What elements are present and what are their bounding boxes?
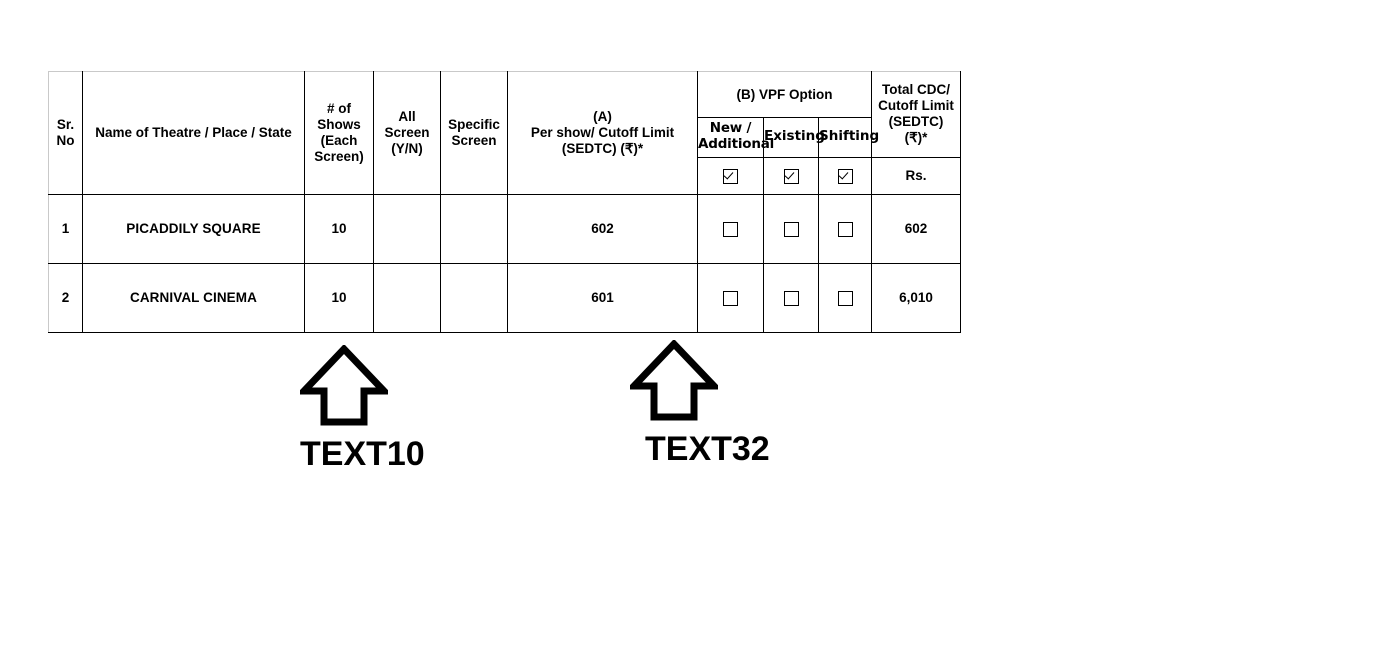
- callout-label: TEXT10: [300, 435, 425, 473]
- cell-specific-screen[interactable]: [440, 194, 508, 264]
- header-vpf-shifting: Shifting: [818, 116, 879, 158]
- cell-theatre-name: PICADDILY SQUARE: [82, 194, 305, 264]
- cell-vpf-shifting[interactable]: [818, 194, 872, 264]
- cell-per-show-cutoff-limit[interactable]: 602: [507, 194, 698, 264]
- cell-per-show-cutoff-limit[interactable]: 601: [507, 263, 698, 333]
- header-vpf-new-line1: New /: [709, 120, 752, 137]
- header-shows-line1: # of: [326, 101, 351, 117]
- cell-vpf-existing[interactable]: [763, 263, 819, 333]
- header-checkbox-existing[interactable]: [763, 156, 819, 196]
- header-total-line4: (₹)*: [904, 130, 928, 146]
- header-all-screen-line1: All: [398, 109, 416, 125]
- cell-number-of-shows[interactable]: 10: [304, 263, 374, 333]
- header-specific-screen: Specific Screen: [440, 71, 508, 195]
- header-total-line1: Total CDC/: [882, 82, 950, 98]
- up-arrow-icon: [630, 340, 718, 421]
- cell-vpf-new-additional[interactable]: [697, 194, 764, 264]
- cell-all-screen[interactable]: [373, 263, 441, 333]
- header-sr-no: Sr. No: [48, 71, 83, 195]
- cell-vpf-new-additional[interactable]: [697, 263, 764, 333]
- cell-specific-screen[interactable]: [440, 263, 508, 333]
- header-total-line2: Cutoff Limit: [878, 98, 954, 114]
- header-shows-line4: Screen): [314, 148, 364, 164]
- header-all-screen-line3: (Y/N): [391, 140, 423, 156]
- checkbox-unchecked-icon[interactable]: [783, 290, 799, 306]
- header-per-show-line1: (A): [593, 109, 612, 125]
- header-checkbox-shifting[interactable]: [818, 156, 872, 196]
- header-per-show-line3: (SEDTC) (₹)*: [561, 140, 644, 156]
- cell-total-cdc: 6,010: [871, 263, 961, 333]
- checkbox-checked-icon[interactable]: [783, 168, 799, 184]
- cell-total-cdc: 602: [871, 194, 961, 264]
- checkbox-unchecked-icon[interactable]: [723, 221, 738, 237]
- cell-vpf-existing[interactable]: [763, 194, 819, 264]
- header-theatre-name: Name of Theatre / Place / State: [82, 71, 305, 195]
- header-total-units: Rs.: [871, 156, 961, 196]
- header-shows-line3: (Each: [320, 133, 358, 148]
- checkbox-unchecked-icon[interactable]: [837, 290, 853, 306]
- checkbox-unchecked-icon[interactable]: [723, 290, 738, 306]
- header-per-show-cutoff-limit: (A) Per show/ Cutoff Limit (SEDTC) (₹)*: [507, 71, 698, 195]
- header-number-of-shows: # of Shows (Each Screen): [304, 71, 374, 195]
- cell-vpf-shifting[interactable]: [818, 263, 872, 333]
- callout-per-show-cutoff: TEXT32: [630, 340, 770, 469]
- cell-all-screen[interactable]: [373, 194, 441, 264]
- checkbox-checked-icon[interactable]: [723, 168, 738, 184]
- header-vpf-new-additional: New / Additional: [697, 116, 775, 158]
- callout-label: TEXT32: [645, 430, 770, 468]
- header-specific-screen-line2: Screen: [451, 133, 497, 148]
- table-row: 1 PICADDILY SQUARE 10 602 602: [48, 194, 961, 264]
- cell-sr-no: 1: [48, 194, 83, 264]
- table-row: 2 CARNIVAL CINEMA 10 601 6,010: [48, 263, 961, 333]
- header-shows-line2: Shows: [317, 117, 361, 133]
- up-arrow-icon: [300, 345, 388, 426]
- header-vpf-option: (B) VPF Option: [697, 71, 872, 118]
- checkbox-checked-icon[interactable]: [837, 168, 853, 184]
- header-per-show-line2: Per show/ Cutoff Limit: [530, 125, 675, 141]
- header-sr-no-line1: Sr.: [56, 117, 75, 133]
- header-checkbox-new-additional[interactable]: [697, 156, 764, 196]
- header-all-screen-line2: Screen: [384, 125, 430, 141]
- cell-theatre-name: CARNIVAL CINEMA: [82, 263, 305, 333]
- cell-sr-no: 2: [48, 263, 83, 333]
- header-total-line3: (SEDTC): [888, 114, 944, 130]
- checkbox-unchecked-icon[interactable]: [783, 221, 799, 237]
- cell-number-of-shows[interactable]: 10: [304, 194, 374, 264]
- callout-number-of-shows: TEXT10: [300, 345, 425, 474]
- header-total-cdc-cutoff-limit: Total CDC/ Cutoff Limit (SEDTC) (₹)*: [871, 71, 961, 158]
- header-specific-screen-line1: Specific: [448, 117, 500, 133]
- header-sr-no-line2: No: [56, 133, 75, 148]
- header-vpf-new-line2: Additional: [698, 136, 775, 153]
- checkbox-unchecked-icon[interactable]: [837, 221, 853, 237]
- header-all-screen: All Screen (Y/N): [373, 71, 441, 195]
- cdc-cutoff-limit-table: Sr. No Name of Theatre / Place / State #…: [48, 71, 961, 333]
